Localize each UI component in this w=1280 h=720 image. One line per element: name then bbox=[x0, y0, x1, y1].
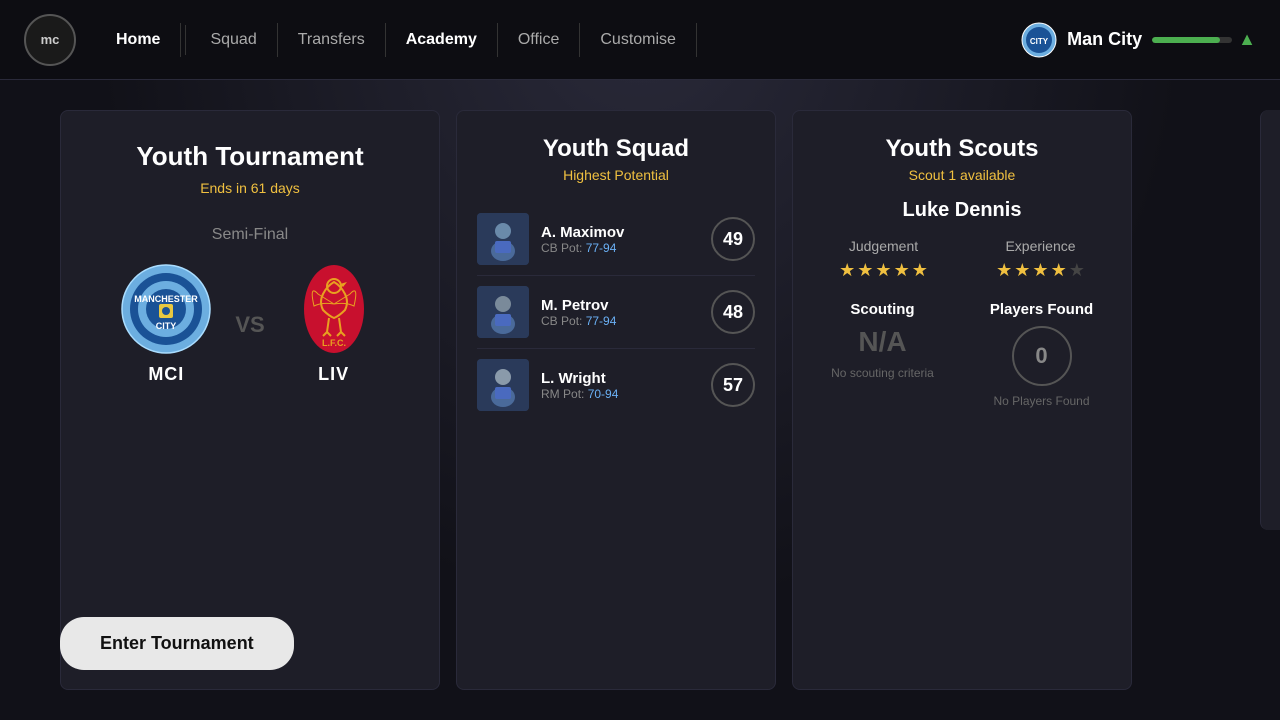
main-nav: Home Squad Transfers Academy Office Cust… bbox=[96, 23, 1021, 57]
morale-icon: ▲ bbox=[1238, 29, 1256, 50]
vs-label: VS bbox=[235, 312, 264, 338]
match-row: MANCHESTER CITY MCI VS bbox=[85, 264, 415, 385]
experience-stars: ★★★★★ bbox=[996, 260, 1085, 281]
player-name-3: L. Wright bbox=[541, 370, 699, 387]
nav-transfers[interactable]: Transfers bbox=[278, 23, 386, 57]
home-team-code: MCI bbox=[148, 364, 184, 385]
scouts-card: Youth Scouts Scout 1 available Luke Denn… bbox=[792, 110, 1132, 690]
app-logo: mc bbox=[24, 14, 76, 66]
morale-bar bbox=[1152, 37, 1232, 43]
judgement-label: Judgement bbox=[849, 238, 918, 254]
tournament-card: Youth Tournament Ends in 61 days Semi-Fi… bbox=[60, 110, 440, 690]
svg-text:L.F.C.: L.F.C. bbox=[322, 338, 346, 348]
players-found-label: Players Found bbox=[990, 301, 1093, 318]
tournament-title: Youth Tournament bbox=[136, 141, 363, 172]
player-avatar-3 bbox=[477, 359, 529, 411]
mci-badge-icon: MANCHESTER CITY bbox=[121, 264, 211, 354]
player-rating-1: 49 bbox=[711, 217, 755, 261]
morale-bar-container: ▲ bbox=[1152, 29, 1256, 50]
svg-text:MANCHESTER: MANCHESTER bbox=[135, 294, 199, 304]
svg-text:CITY: CITY bbox=[156, 321, 177, 331]
player-pos-pot-2: CB Pot: 77-94 bbox=[541, 314, 699, 328]
header: mc Home Squad Transfers Academy Office C… bbox=[0, 0, 1280, 80]
club-info: CITY Man City ▲ bbox=[1021, 22, 1256, 58]
squad-subtitle: Highest Potential bbox=[563, 167, 669, 183]
player-pos-pot-1: CB Pot: 77-94 bbox=[541, 241, 699, 255]
scouting-value: N/A bbox=[858, 326, 906, 358]
squad-title: Youth Squad bbox=[543, 135, 689, 163]
players-found-value: 0 bbox=[1012, 326, 1072, 386]
player-row[interactable]: A. Maximov CB Pot: 77-94 49 bbox=[477, 203, 755, 276]
nav-divider-1 bbox=[185, 25, 186, 55]
player-rating-2: 48 bbox=[711, 290, 755, 334]
player-rating-3: 57 bbox=[711, 363, 755, 407]
nav-academy[interactable]: Academy bbox=[386, 23, 498, 57]
squad-card: Youth Squad Highest Potential A. Maximo bbox=[456, 110, 776, 690]
tournament-ends: Ends in 61 days bbox=[200, 180, 300, 196]
scouts-available: Scout 1 available bbox=[909, 167, 1016, 183]
scouting-label: Scouting bbox=[850, 301, 914, 318]
scout-name: Luke Dennis bbox=[903, 199, 1022, 222]
enter-tournament-button[interactable]: Enter Tournament bbox=[60, 617, 294, 670]
scouting-item: Scouting N/A No scouting criteria bbox=[813, 301, 952, 408]
experience-stat: Experience ★★★★★ bbox=[970, 238, 1111, 281]
player-row[interactable]: L. Wright RM Pot: 70-94 57 bbox=[477, 349, 755, 421]
away-team: L.F.C. LIV bbox=[289, 264, 379, 385]
players-found-item: Players Found 0 No Players Found bbox=[972, 301, 1111, 408]
player-info-2: M. Petrov CB Pot: 77-94 bbox=[541, 297, 699, 328]
svg-text:CITY: CITY bbox=[1030, 37, 1049, 46]
player-name-2: M. Petrov bbox=[541, 297, 699, 314]
player-row[interactable]: M. Petrov CB Pot: 77-94 48 bbox=[477, 276, 755, 349]
scout-data-grid: Scouting N/A No scouting criteria Player… bbox=[813, 301, 1111, 408]
nav-home[interactable]: Home bbox=[96, 23, 181, 57]
right-card-peek bbox=[1260, 110, 1280, 530]
experience-label: Experience bbox=[1005, 238, 1075, 254]
player-info-1: A. Maximov CB Pot: 77-94 bbox=[541, 224, 699, 255]
player-avatar-1 bbox=[477, 213, 529, 265]
scouting-sublabel: No scouting criteria bbox=[831, 366, 934, 380]
club-badge-icon: CITY bbox=[1021, 22, 1057, 58]
morale-fill bbox=[1152, 37, 1220, 43]
enter-btn-container: Enter Tournament bbox=[60, 617, 294, 670]
nav-office[interactable]: Office bbox=[498, 23, 581, 57]
home-team: MANCHESTER CITY MCI bbox=[121, 264, 211, 385]
player-name-1: A. Maximov bbox=[541, 224, 699, 241]
players-found-sublabel: No Players Found bbox=[993, 394, 1089, 408]
player-pos-pot-3: RM Pot: 70-94 bbox=[541, 387, 699, 401]
player-list: A. Maximov CB Pot: 77-94 49 bbox=[477, 203, 755, 421]
nav-customise[interactable]: Customise bbox=[580, 23, 697, 57]
player-avatar-2 bbox=[477, 286, 529, 338]
scouts-title: Youth Scouts bbox=[886, 135, 1039, 163]
player-info-3: L. Wright RM Pot: 70-94 bbox=[541, 370, 699, 401]
main-content: Youth Tournament Ends in 61 days Semi-Fi… bbox=[0, 80, 1280, 720]
liv-badge-icon: L.F.C. bbox=[289, 264, 379, 354]
away-team-code: LIV bbox=[318, 364, 349, 385]
judgement-stat: Judgement ★★★★★ bbox=[813, 238, 954, 281]
nav-squad[interactable]: Squad bbox=[190, 23, 277, 57]
tournament-stage: Semi-Final bbox=[212, 226, 288, 244]
judgement-stars: ★★★★★ bbox=[839, 260, 928, 281]
club-name: Man City bbox=[1067, 29, 1142, 50]
scout-stats-grid: Judgement ★★★★★ Experience ★★★★★ bbox=[813, 238, 1111, 281]
